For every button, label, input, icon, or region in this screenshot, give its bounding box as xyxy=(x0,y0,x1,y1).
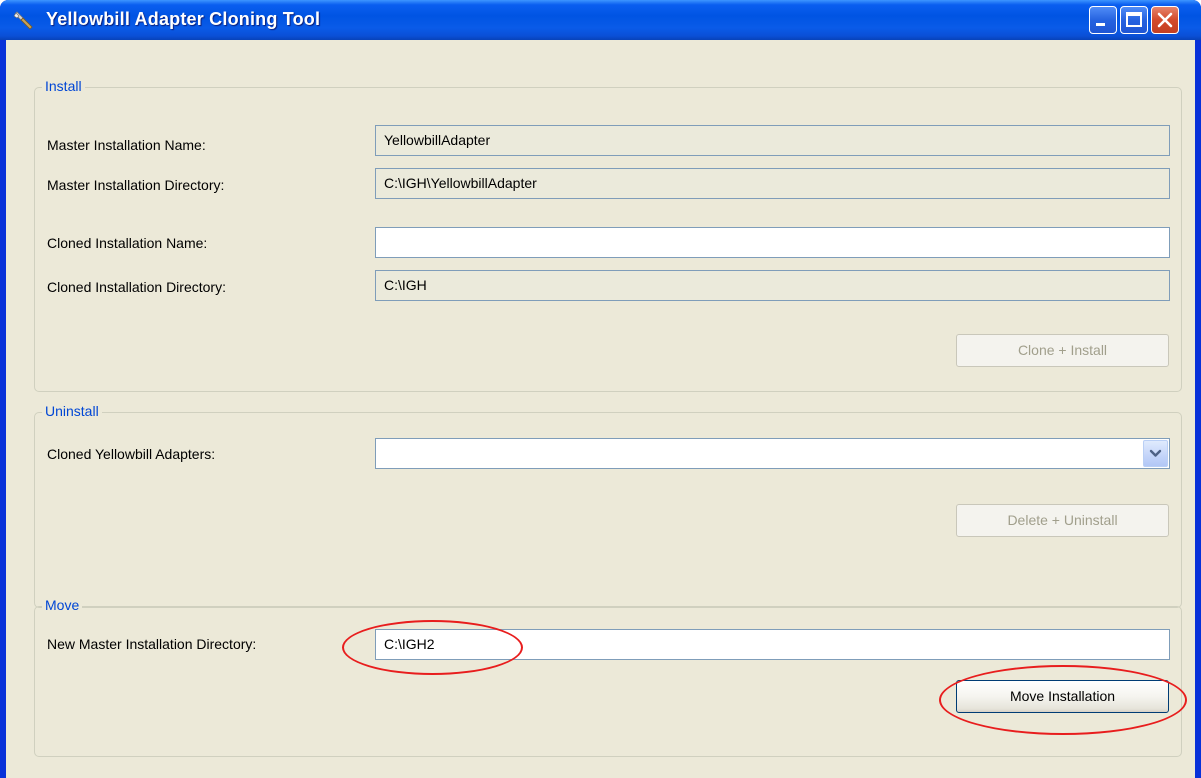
window-title: Yellowbill Adapter Cloning Tool xyxy=(46,9,321,29)
adapters-label: Cloned Yellowbill Adapters: xyxy=(47,446,216,462)
close-button[interactable] xyxy=(1151,6,1179,34)
move-legend: Move xyxy=(42,597,83,613)
app-icon xyxy=(12,10,34,32)
app-window: Yellowbill Adapter Cloning Tool Install … xyxy=(0,0,1201,778)
adapters-dropdown[interactable] xyxy=(375,438,1170,469)
cloned-dir-label: Cloned Installation Directory: xyxy=(47,279,226,295)
client-area: Install Master Installation Name: Yellow… xyxy=(6,40,1195,778)
master-dir-field: C:\IGH\YellowbillAdapter xyxy=(375,168,1170,199)
uninstall-legend: Uninstall xyxy=(42,403,102,419)
clone-install-button[interactable]: Clone + Install xyxy=(956,334,1169,367)
move-installation-button[interactable]: Move Installation xyxy=(956,680,1169,713)
minimize-button[interactable] xyxy=(1089,6,1117,34)
new-dir-label: New Master Installation Directory: xyxy=(47,636,257,652)
cloned-name-label: Cloned Installation Name: xyxy=(47,235,208,251)
delete-uninstall-button[interactable]: Delete + Uninstall xyxy=(956,504,1169,537)
master-name-field: YellowbillAdapter xyxy=(375,125,1170,156)
cloned-dir-field: C:\IGH xyxy=(375,270,1170,301)
title-bar[interactable]: Yellowbill Adapter Cloning Tool xyxy=(0,0,1201,40)
maximize-button[interactable] xyxy=(1120,6,1148,34)
window-border-right xyxy=(1195,40,1201,778)
cloned-name-input[interactable] xyxy=(375,227,1170,258)
new-dir-input[interactable]: C:\IGH2 xyxy=(375,629,1170,660)
master-dir-label: Master Installation Directory: xyxy=(47,177,225,193)
adapters-dropdown-button[interactable] xyxy=(1143,440,1168,467)
install-legend: Install xyxy=(42,78,85,94)
master-name-label: Master Installation Name: xyxy=(47,137,206,153)
chevron-down-icon xyxy=(1144,449,1167,470)
